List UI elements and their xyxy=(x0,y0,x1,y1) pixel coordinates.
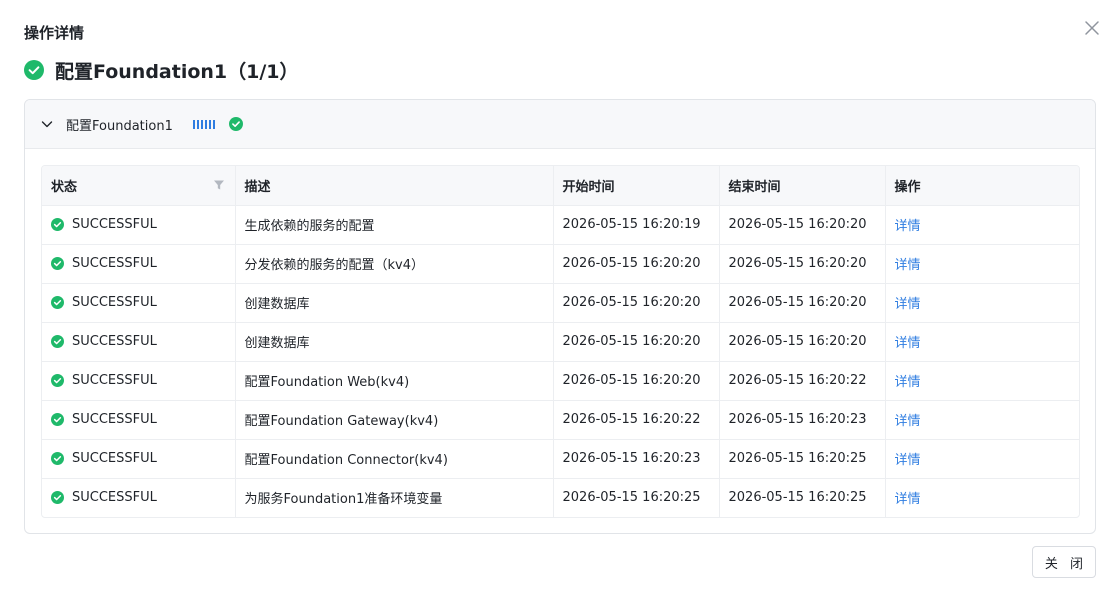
headline-text: 配置Foundation1（1/1） xyxy=(55,60,299,83)
check-circle-icon xyxy=(51,335,64,348)
action-cell: 详情 xyxy=(885,204,1079,244)
status-cell: SUCCESSFUL xyxy=(42,399,236,439)
table-row: SUCCESSFUL 生成依赖的服务的配置 2026-05-15 16:20:19 2… xyxy=(42,204,1079,244)
status-text: SUCCESSFUL xyxy=(72,217,157,232)
dialog-title: 操作详情 xyxy=(24,24,85,42)
start-time-cell: 2026-05-15 16:20:19 xyxy=(553,204,720,244)
description-cell: 为服务Foundation1准备环境变量 xyxy=(235,477,554,517)
action-cell: 详情 xyxy=(885,321,1079,361)
details-link[interactable]: 详情 xyxy=(895,258,921,273)
start-time-cell: 2026-05-15 16:20:25 xyxy=(553,477,720,517)
start-time-cell: 2026-05-15 16:20:20 xyxy=(553,360,720,400)
end-time-cell: 2026-05-15 16:20:20 xyxy=(719,282,886,322)
status-text: SUCCESSFUL xyxy=(72,451,157,466)
status-cell: SUCCESSFUL xyxy=(42,243,236,283)
table-row: SUCCESSFUL 配置Foundation Web(kv4) 2026-05-1… xyxy=(42,360,1079,400)
action-cell: 详情 xyxy=(885,399,1079,439)
check-circle-icon xyxy=(51,413,64,426)
check-circle-icon xyxy=(51,452,64,465)
column-header-description: 描述 xyxy=(235,166,554,205)
status-text: SUCCESSFUL xyxy=(72,412,157,427)
status-cell: SUCCESSFUL xyxy=(42,321,236,361)
check-circle-icon xyxy=(24,60,44,80)
status-text: SUCCESSFUL xyxy=(72,256,157,271)
details-link[interactable]: 详情 xyxy=(895,375,921,390)
details-link[interactable]: 详情 xyxy=(895,453,921,468)
column-header-start-time: 开始时间 xyxy=(553,166,720,205)
start-time-cell: 2026-05-15 16:20:23 xyxy=(553,438,720,478)
action-cell: 详情 xyxy=(885,360,1079,400)
check-circle-icon xyxy=(51,491,64,505)
progress-indicator xyxy=(192,119,215,129)
action-cell: 详情 xyxy=(885,282,1079,322)
details-link[interactable]: 详情 xyxy=(895,492,921,507)
start-time-cell: 2026-05-15 16:20:22 xyxy=(553,399,720,439)
column-header-status: 状态 xyxy=(42,166,236,205)
column-header-action: 操作 xyxy=(885,166,1079,205)
end-time-cell: 2026-05-15 16:20:25 xyxy=(719,477,886,517)
task-panel-title: 配置Foundation1 xyxy=(66,118,173,134)
end-time-cell: 2026-05-15 16:20:20 xyxy=(719,204,886,244)
details-link[interactable]: 详情 xyxy=(895,414,921,429)
check-circle-icon xyxy=(51,257,64,270)
check-circle-icon xyxy=(51,218,64,231)
operation-details-dialog: 操作详情 配置Foundation1（1/1） 配置Foundation1 状态… xyxy=(0,0,1115,590)
table-row: SUCCESSFUL 为服务Foundation1准备环境变量 2026-05-15… xyxy=(42,477,1079,517)
description-cell: 创建数据库 xyxy=(235,282,554,322)
details-link[interactable]: 详情 xyxy=(895,219,921,234)
status-cell: SUCCESSFUL xyxy=(42,360,236,400)
end-time-cell: 2026-05-15 16:20:23 xyxy=(719,399,886,439)
close-icon[interactable] xyxy=(1082,18,1102,38)
description-cell: 创建数据库 xyxy=(235,321,554,361)
description-cell: 生成依赖的服务的配置 xyxy=(235,204,554,244)
start-time-cell: 2026-05-15 16:20:20 xyxy=(553,282,720,322)
table-row: SUCCESSFUL 创建数据库 2026-05-15 16:20:20 2026-0… xyxy=(42,282,1079,322)
check-circle-icon xyxy=(228,117,243,131)
task-panel-header[interactable]: 配置Foundation1 xyxy=(25,100,1095,149)
task-panel: 配置Foundation1 状态 描述 开始时间 结束时间 操作 SUCCESS… xyxy=(24,99,1096,534)
description-cell: 分发依赖的服务的配置（kv4） xyxy=(235,243,554,283)
status-cell: SUCCESSFUL xyxy=(42,204,236,244)
close-button[interactable]: 关 闭 xyxy=(1032,546,1096,578)
end-time-cell: 2026-05-15 16:20:25 xyxy=(719,438,886,478)
start-time-cell: 2026-05-15 16:20:20 xyxy=(553,321,720,361)
action-cell: 详情 xyxy=(885,243,1079,283)
check-circle-icon xyxy=(51,296,64,309)
description-cell: 配置Foundation Gateway(kv4) xyxy=(235,399,554,439)
details-link[interactable]: 详情 xyxy=(895,336,921,351)
table-row: SUCCESSFUL 配置Foundation Connector(kv4) 202… xyxy=(42,438,1079,478)
status-cell: SUCCESSFUL xyxy=(42,477,236,517)
status-cell: SUCCESSFUL xyxy=(42,282,236,322)
status-text: SUCCESSFUL xyxy=(72,334,157,349)
details-link[interactable]: 详情 xyxy=(895,297,921,312)
column-header-end-time: 结束时间 xyxy=(719,166,886,205)
status-text: SUCCESSFUL xyxy=(72,295,157,310)
start-time-cell: 2026-05-15 16:20:20 xyxy=(553,243,720,283)
action-cell: 详情 xyxy=(885,477,1079,517)
filter-icon[interactable] xyxy=(213,179,225,191)
table-row: SUCCESSFUL 配置Foundation Gateway(kv4) 2026-… xyxy=(42,399,1079,439)
end-time-cell: 2026-05-15 16:20:20 xyxy=(719,321,886,361)
description-cell: 配置Foundation Web(kv4) xyxy=(235,360,554,400)
status-cell: SUCCESSFUL xyxy=(42,438,236,478)
status-text: SUCCESSFUL xyxy=(72,373,157,388)
check-circle-icon xyxy=(51,374,64,387)
chevron-down-icon[interactable] xyxy=(40,117,54,131)
action-cell: 详情 xyxy=(885,438,1079,478)
end-time-cell: 2026-05-15 16:20:22 xyxy=(719,360,886,400)
status-text: SUCCESSFUL xyxy=(72,490,157,506)
operation-headline: 配置Foundation1（1/1） xyxy=(24,57,299,83)
table-row: SUCCESSFUL 创建数据库 2026-05-15 16:20:20 2026-0… xyxy=(42,321,1079,361)
table-row: SUCCESSFUL 分发依赖的服务的配置（kv4） 2026-05-15 16:2… xyxy=(42,243,1079,283)
steps-table: 状态 描述 开始时间 结束时间 操作 SUCCESSFUL 生成依赖的服务的配置 2… xyxy=(41,165,1080,518)
table-header-row: 状态 描述 开始时间 结束时间 操作 xyxy=(42,166,1079,205)
end-time-cell: 2026-05-15 16:20:20 xyxy=(719,243,886,283)
description-cell: 配置Foundation Connector(kv4) xyxy=(235,438,554,478)
